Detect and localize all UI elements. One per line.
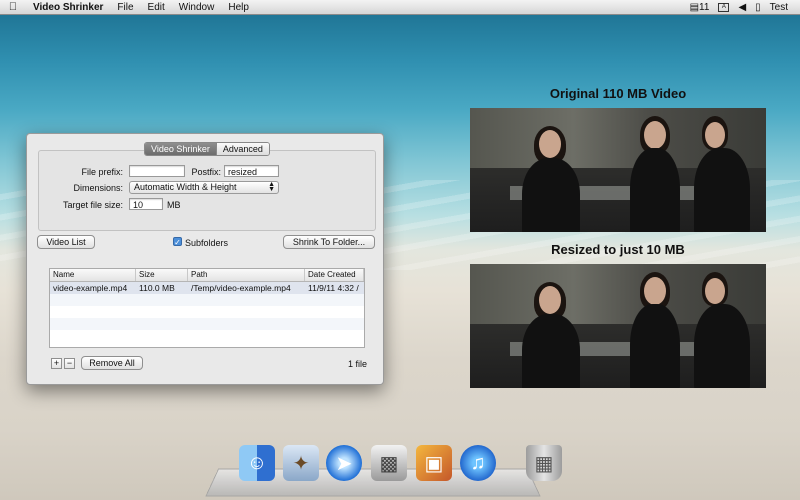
popup-arrows-icon: ▲ ▼ (268, 181, 275, 193)
empty-row (50, 294, 364, 306)
dimensions-value: Automatic Width & Height (134, 182, 237, 192)
volume-icon[interactable]: ◀ (738, 2, 746, 13)
dimensions-popup[interactable]: Automatic Width & Height ▲ ▼ (129, 181, 279, 194)
dimensions-label: Dimensions: (73, 183, 123, 193)
menu-window[interactable]: Window (172, 2, 222, 13)
file-prefix-label: File prefix: (81, 167, 123, 177)
subfolders-label: Subfolders (185, 238, 229, 248)
video-shrinker-icon[interactable]: ▩ (371, 445, 407, 481)
tab-bar: Video Shrinker Advanced (144, 142, 270, 156)
target-size-unit: MB (167, 200, 181, 210)
display-icon[interactable]: A (718, 2, 730, 12)
target-size-field[interactable]: 10 (129, 198, 163, 210)
battery-icon[interactable]: ▯ (755, 2, 761, 13)
cell-path: /Temp/video-example.mp4 (191, 283, 291, 293)
mail-icon[interactable]: ✦ (283, 445, 319, 481)
table-header: Name Size Path Date Created (50, 269, 364, 282)
empty-row (50, 318, 364, 330)
cell-date: 11/9/11 4:32 / (308, 283, 359, 293)
resized-video-frame (470, 264, 766, 388)
menu-extras: ▤11 A ◀ ▯ Test (690, 2, 800, 13)
column-size[interactable]: Size (136, 269, 188, 281)
remove-all-button[interactable]: Remove All (81, 356, 143, 370)
column-date[interactable]: Date Created (305, 269, 364, 281)
input-menu-icon[interactable]: ▤11 (690, 2, 710, 13)
app-window: File prefix: Postfix: resized Dimensions… (26, 133, 384, 385)
menu-edit[interactable]: Edit (141, 2, 172, 13)
user-name[interactable]: Test (770, 2, 788, 13)
empty-row (50, 330, 364, 342)
postfix-label: Postfix: (191, 167, 221, 177)
original-caption: Original 110 MB Video (549, 86, 687, 101)
empty-row (50, 306, 364, 318)
tab-video-shrinker[interactable]: Video Shrinker (145, 143, 216, 155)
tab-advanced[interactable]: Advanced (215, 143, 269, 155)
trash-icon[interactable]: ▦ (526, 445, 562, 481)
postfix-field[interactable]: resized (224, 165, 279, 177)
menu-bar:  Video Shrinker File Edit Window Help ▤… (0, 0, 800, 15)
file-prefix-field[interactable] (129, 165, 185, 177)
column-path[interactable]: Path (188, 269, 305, 281)
column-name[interactable]: Name (50, 269, 136, 281)
remove-button[interactable]: − (64, 358, 75, 369)
table-row[interactable]: video-example.mp4 110.0 MB /Temp/video-e… (50, 282, 364, 294)
settings-panel: File prefix: Postfix: resized Dimensions… (38, 150, 376, 231)
target-size-label: Target file size: (62, 200, 123, 210)
add-button[interactable]: + (51, 358, 62, 369)
menu-app-name[interactable]: Video Shrinker (26, 2, 110, 13)
cell-size: 110.0 MB (139, 283, 175, 293)
itunes-icon[interactable]: ♫ (460, 445, 496, 481)
cell-name: video-example.mp4 (53, 283, 128, 293)
iphoto-icon[interactable]: ▣ (416, 445, 452, 481)
apple-menu-icon[interactable]:  (0, 1, 26, 13)
menu-help[interactable]: Help (221, 2, 256, 13)
finder-icon[interactable]: ☺ (239, 445, 275, 481)
file-count: 1 file (347, 359, 367, 369)
shrink-to-folder-button[interactable]: Shrink To Folder... (283, 235, 375, 249)
video-list-table[interactable]: Name Size Path Date Created video-exampl… (49, 268, 365, 348)
menu-file[interactable]: File (110, 2, 140, 13)
subfolders-checkbox[interactable]: ✓ (173, 237, 182, 247)
original-video-frame (470, 108, 766, 232)
video-list-button[interactable]: Video List (37, 235, 95, 249)
safari-icon[interactable]: ➤ (326, 445, 362, 481)
resized-caption: Resized to just 10 MB (551, 242, 685, 257)
